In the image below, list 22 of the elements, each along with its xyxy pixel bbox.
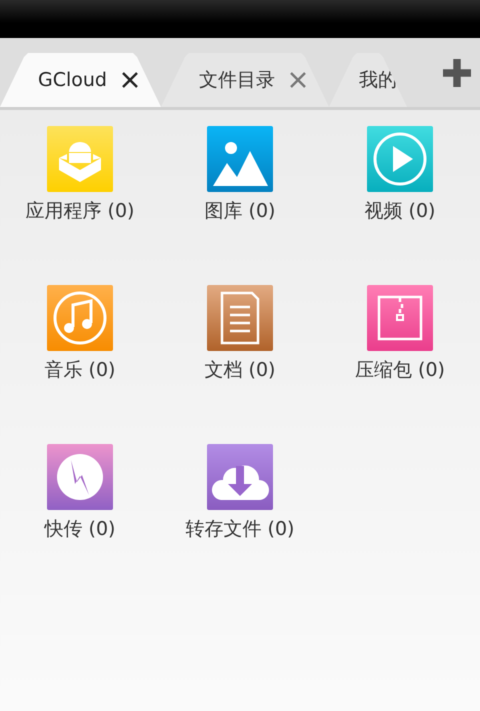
category-tile[interactable] <box>207 126 273 192</box>
category-label: 音乐 (0) <box>44 358 116 383</box>
tab[interactable]: 文件目录 <box>161 53 329 107</box>
category-tile[interactable] <box>47 126 113 192</box>
category-label: 图库 (0) <box>204 199 276 224</box>
category-label: 压缩包 (0) <box>355 358 445 383</box>
category-tile[interactable] <box>367 285 433 351</box>
tab[interactable]: GCloud <box>0 53 161 107</box>
category-tile[interactable] <box>47 285 113 351</box>
category-label: 应用程序 (0) <box>26 199 134 224</box>
category-label: 视频 (0) <box>364 199 436 224</box>
category-label: 快传 (0) <box>44 517 116 542</box>
category-tile[interactable] <box>207 285 273 351</box>
category-label: 文档 (0) <box>204 358 276 383</box>
tab-label: 文件目录 <box>199 68 275 93</box>
category-tile[interactable] <box>367 126 433 192</box>
close-icon[interactable] <box>121 71 139 89</box>
category-tile[interactable] <box>47 444 113 510</box>
category-tile[interactable] <box>207 444 273 510</box>
tab-label: GCloud <box>38 69 107 91</box>
category-label: 转存文件 (0) <box>186 517 294 542</box>
plus-icon <box>443 58 471 86</box>
